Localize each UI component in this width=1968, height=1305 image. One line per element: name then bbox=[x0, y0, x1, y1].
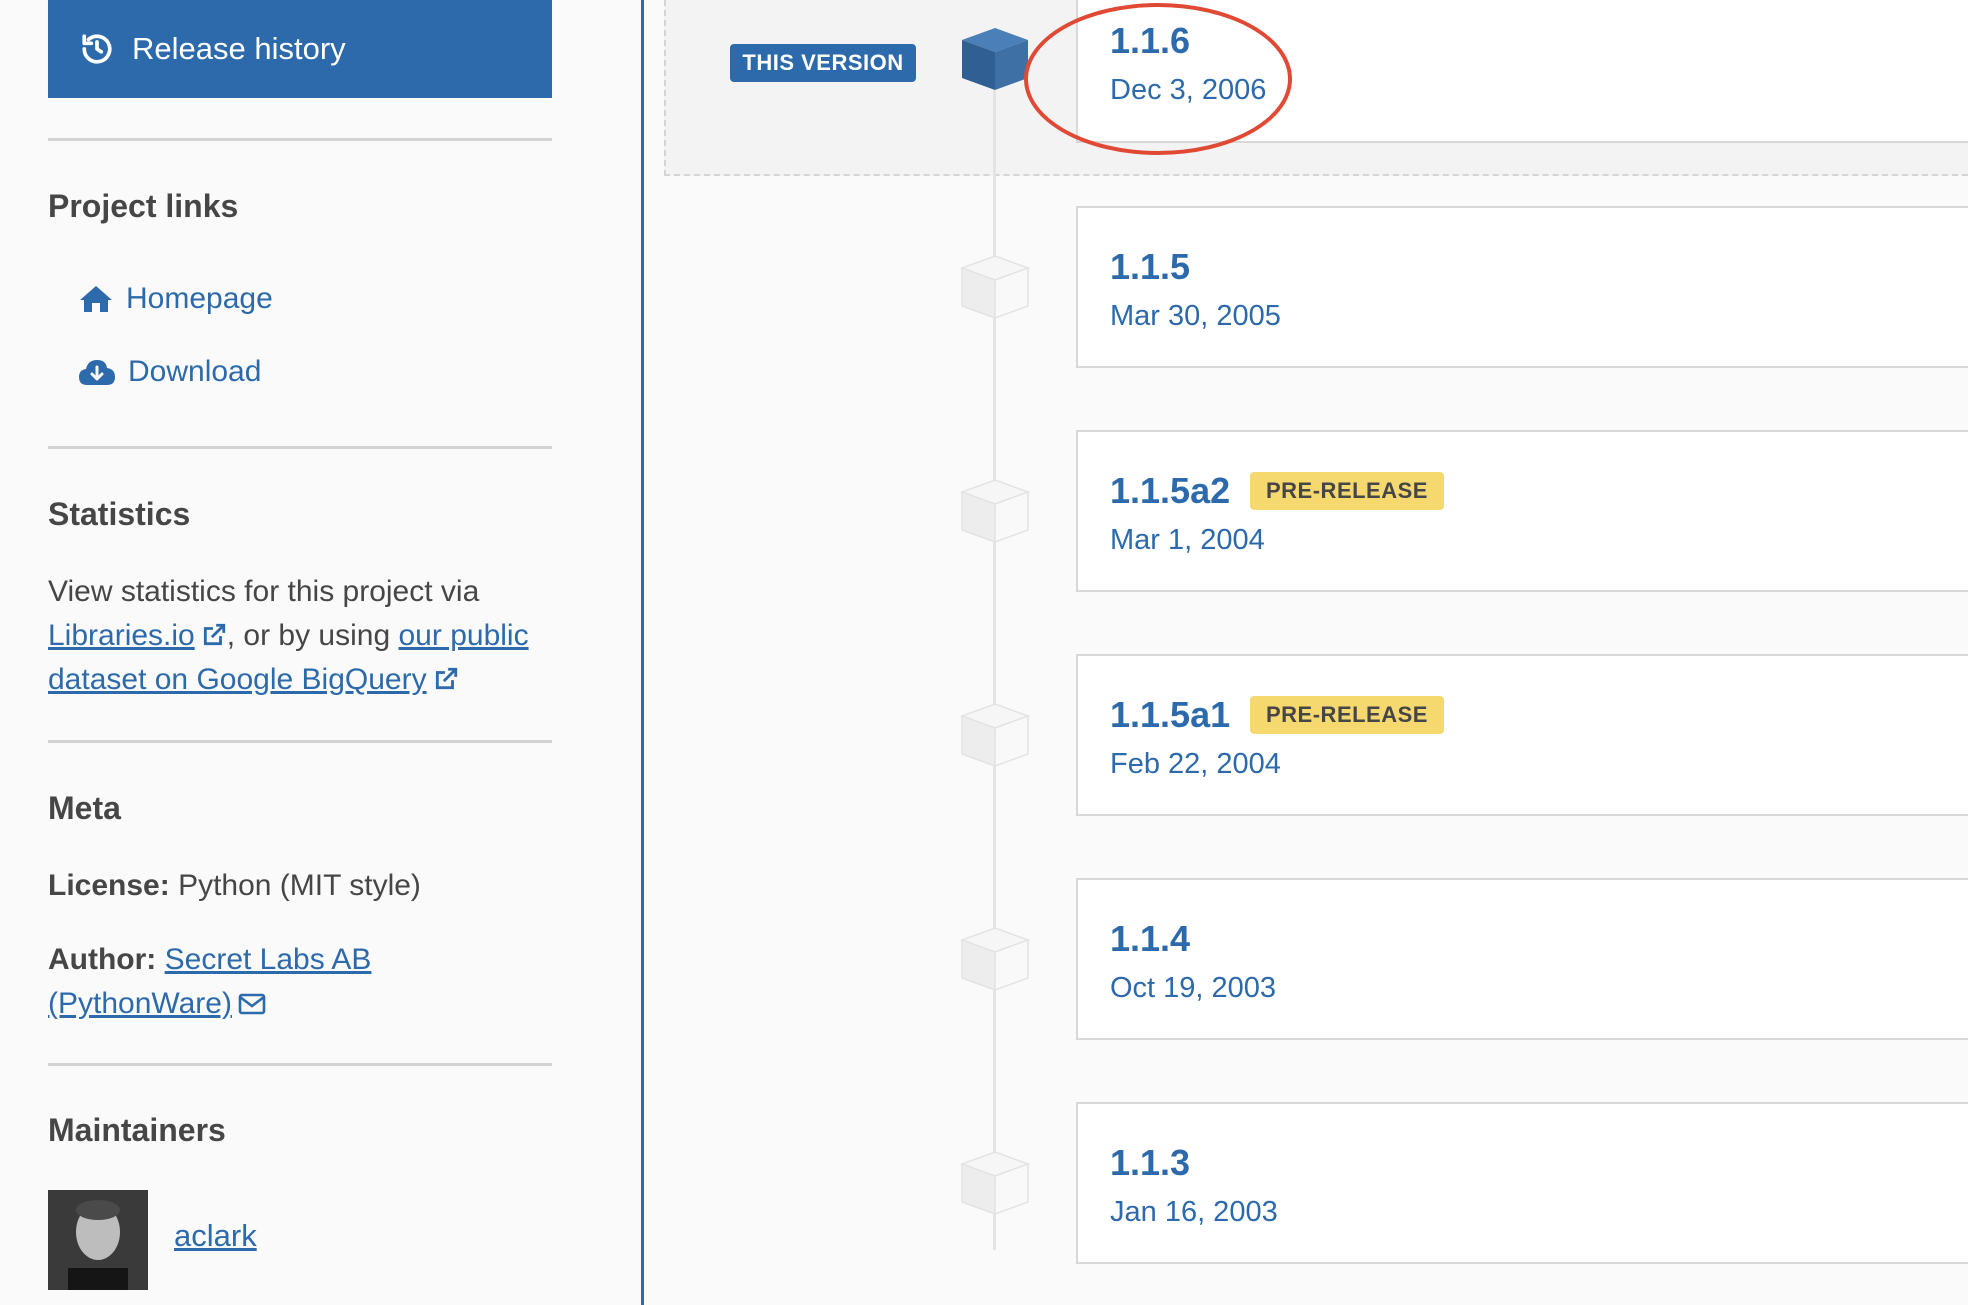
author-label: Author: bbox=[48, 943, 157, 976]
maintainer-link[interactable]: aclark bbox=[174, 1218, 257, 1254]
libraries-io-link[interactable]: Libraries.io bbox=[48, 619, 227, 652]
project-links-title: Project links bbox=[48, 188, 239, 224]
statistics-text-1: View statistics for this project via bbox=[48, 575, 480, 608]
release-cube-icon bbox=[959, 1151, 1031, 1216]
release-card[interactable]: 1.1.3 Jan 16, 2003 bbox=[1076, 1102, 1968, 1264]
author-value-1: Secret Labs AB bbox=[164, 943, 372, 976]
license-label: License: bbox=[48, 869, 170, 902]
release-cube-icon bbox=[959, 255, 1031, 320]
external-link-icon bbox=[435, 667, 457, 690]
bigquery-label-1: our public bbox=[398, 619, 529, 652]
libraries-io-label: Libraries.io bbox=[48, 619, 195, 652]
release-date: Mar 1, 2004 bbox=[1110, 524, 1265, 556]
release-card[interactable]: 1.1.5 Mar 30, 2005 bbox=[1076, 206, 1968, 368]
divider bbox=[48, 446, 552, 449]
divider bbox=[48, 740, 552, 743]
release-cube-icon bbox=[959, 703, 1031, 768]
homepage-label: Homepage bbox=[126, 282, 273, 315]
sidebar: Release history Project links Homepage D… bbox=[0, 0, 641, 1305]
release-version: 1.1.5 bbox=[1110, 246, 1191, 287]
maintainers-title: Maintainers bbox=[48, 1112, 226, 1148]
annotation-circle bbox=[1024, 3, 1292, 155]
statistics-text-2: , or by using bbox=[226, 619, 391, 652]
release-card[interactable]: 1.1.5a1 PRE-RELEASE Feb 22, 2004 bbox=[1076, 654, 1968, 816]
envelope-icon bbox=[238, 993, 266, 1015]
divider bbox=[48, 138, 552, 141]
release-cube-icon bbox=[959, 927, 1031, 992]
current-release-cube-icon bbox=[962, 28, 1028, 90]
meta-title: Meta bbox=[48, 790, 121, 826]
release-version: 1.1.5a1 bbox=[1110, 694, 1231, 735]
bigquery-label-2: dataset on Google BigQuery bbox=[48, 663, 427, 696]
home-icon bbox=[80, 286, 112, 312]
release-date: Feb 22, 2004 bbox=[1110, 748, 1281, 780]
download-link[interactable]: Download bbox=[78, 355, 261, 389]
release-history-button[interactable]: Release history bbox=[48, 0, 552, 98]
release-cube-icon bbox=[959, 479, 1031, 544]
external-link-icon bbox=[203, 623, 225, 646]
statistics-title: Statistics bbox=[48, 496, 191, 532]
release-date: Oct 19, 2003 bbox=[1110, 972, 1277, 1004]
cloud-download-icon bbox=[79, 360, 115, 385]
release-date: Jan 16, 2003 bbox=[1110, 1196, 1278, 1228]
license-line: License: Python (MIT style) bbox=[48, 864, 421, 908]
release-version: 1.1.4 bbox=[1110, 918, 1191, 959]
this-version-badge: THIS VERSION bbox=[730, 44, 916, 82]
release-card[interactable]: 1.1.5a2 PRE-RELEASE Mar 1, 2004 bbox=[1076, 430, 1968, 592]
release-date: Mar 30, 2005 bbox=[1110, 300, 1281, 332]
release-card[interactable]: 1.1.4 Oct 19, 2003 bbox=[1076, 878, 1968, 1040]
prerelease-badge: PRE-RELEASE bbox=[1250, 696, 1444, 734]
author-value-2: (PythonWare) bbox=[48, 987, 232, 1020]
release-version: 1.1.3 bbox=[1110, 1142, 1191, 1183]
maintainer-avatar[interactable] bbox=[48, 1190, 148, 1290]
statistics-text: View statistics for this project via Lib… bbox=[48, 570, 558, 702]
release-version: 1.1.5a2 bbox=[1110, 470, 1231, 511]
download-label: Download bbox=[128, 355, 262, 388]
license-value: Python (MIT style) bbox=[178, 869, 421, 902]
divider bbox=[48, 1063, 552, 1066]
release-history-label: Release history bbox=[132, 31, 346, 66]
homepage-link[interactable]: Homepage bbox=[78, 282, 273, 316]
author-line: Author: Secret Labs AB (PythonWare) bbox=[48, 938, 371, 1026]
prerelease-badge: PRE-RELEASE bbox=[1250, 472, 1444, 510]
history-icon bbox=[82, 34, 112, 64]
